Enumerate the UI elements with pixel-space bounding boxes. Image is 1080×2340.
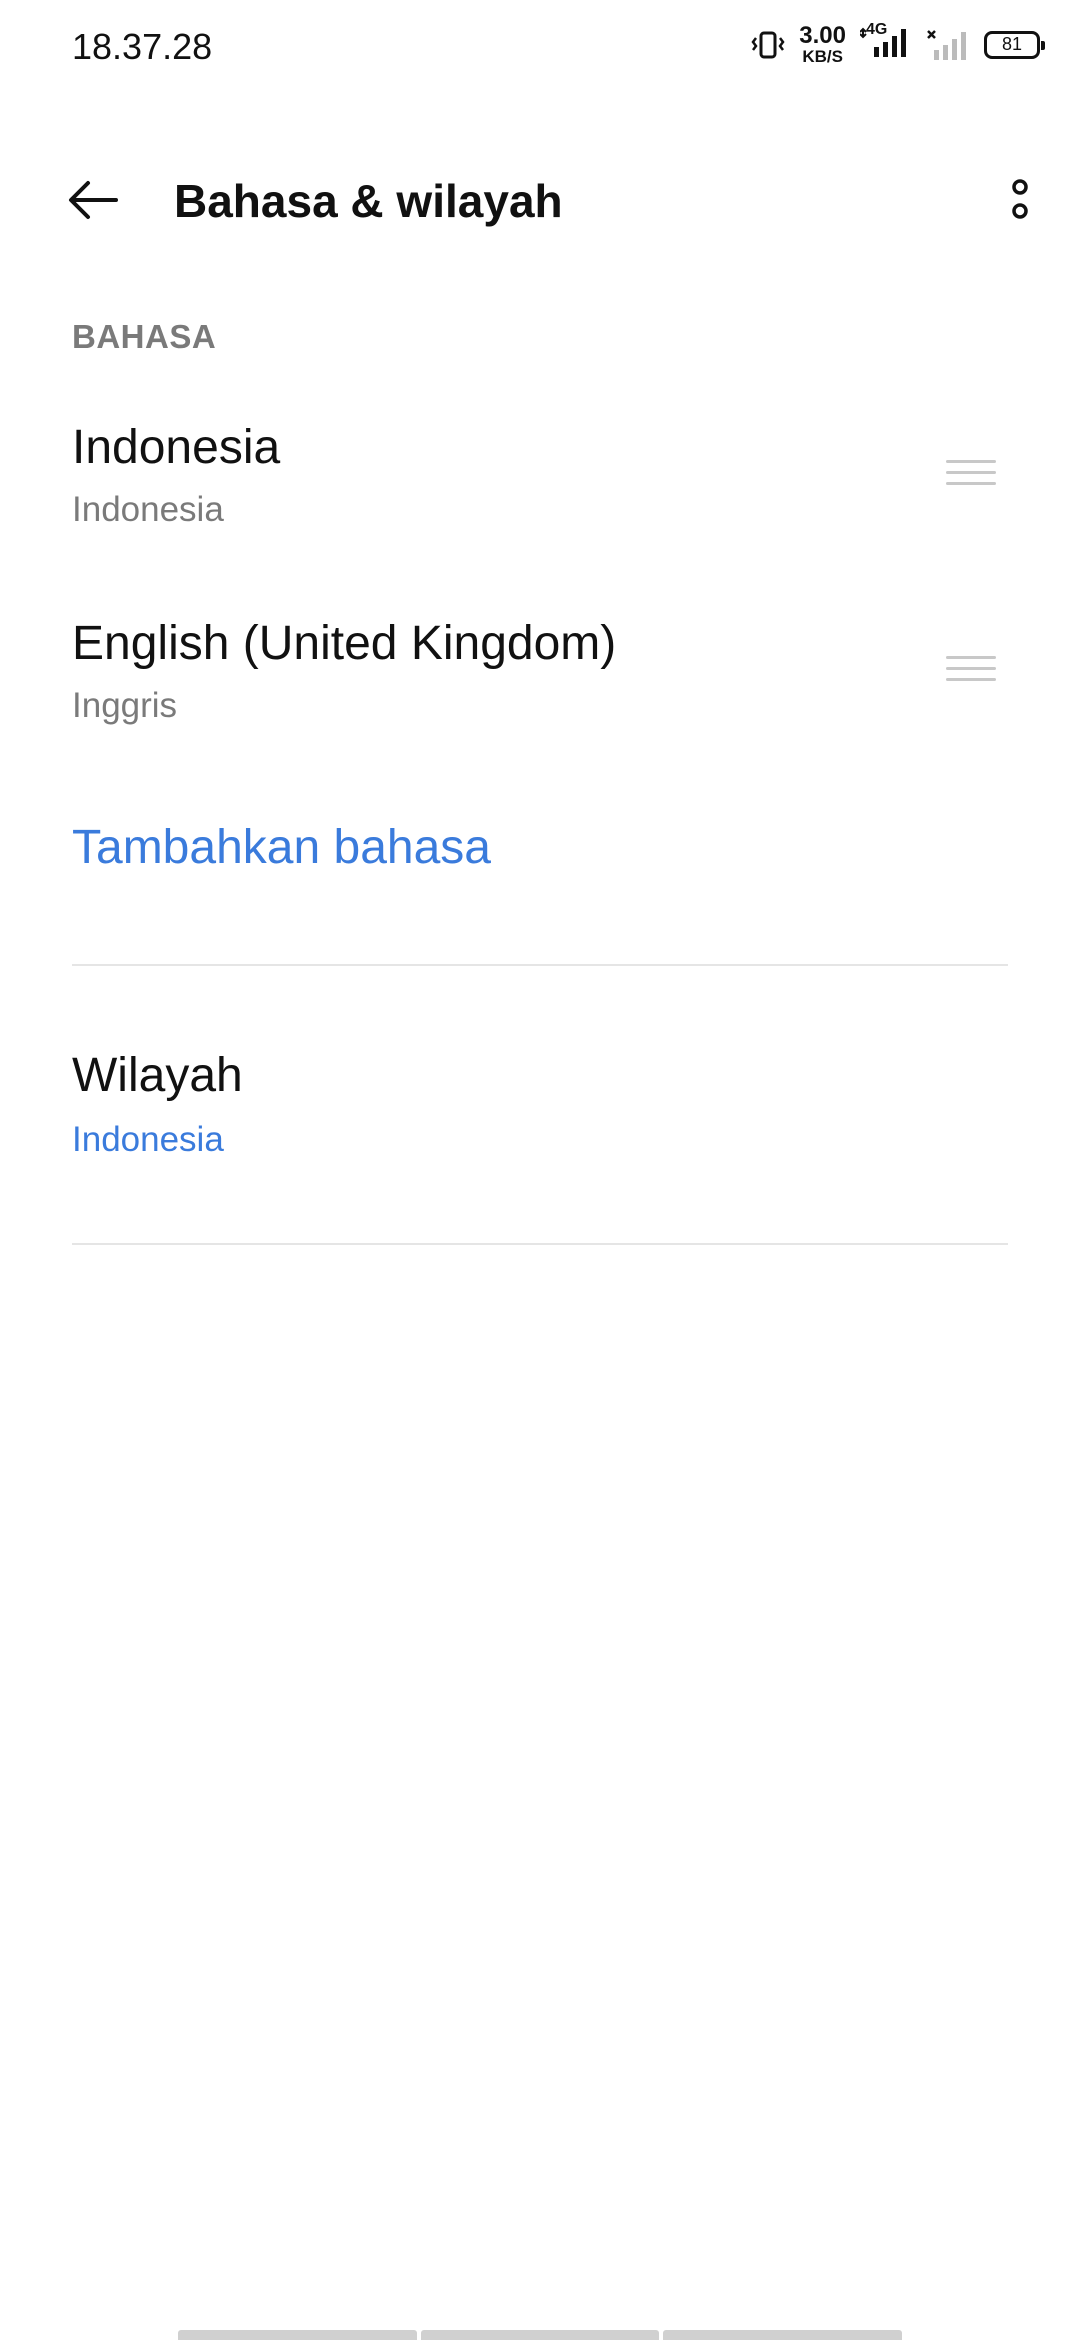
app-bar: Bahasa & wilayah <box>0 140 1080 260</box>
status-bar: 18.37.28 3.00 KB/S 4G 81 <box>0 0 1080 100</box>
battery-icon: 81 <box>984 30 1045 59</box>
language-name: Indonesia <box>72 421 281 474</box>
add-language-button[interactable]: Tambahkan bahasa <box>72 820 491 875</box>
network-speed: 3.00 KB/S <box>799 22 846 66</box>
region-item[interactable]: Wilayah Indonesia <box>0 1048 1080 1208</box>
network-type: 4G <box>866 21 888 38</box>
status-icons: 3.00 KB/S 4G 81 <box>751 21 1045 66</box>
more-vertical-icon <box>1012 179 1028 219</box>
speed-unit: KB/S <box>802 47 843 66</box>
language-native-name: Indonesia <box>72 490 224 529</box>
language-name: English (United Kingdom) <box>72 617 617 670</box>
language-item[interactable]: Indonesia Indonesia <box>0 420 1080 590</box>
more-options-button[interactable] <box>1000 170 1040 230</box>
divider <box>72 1243 1008 1245</box>
speed-value: 3.00 <box>799 22 846 49</box>
page-title: Bahasa & wilayah <box>174 175 563 227</box>
nav-segment[interactable] <box>663 2330 903 2340</box>
drag-handle-icon[interactable] <box>946 460 996 490</box>
back-button[interactable] <box>64 170 124 230</box>
region-label: Wilayah <box>72 1049 243 1102</box>
battery-level: 81 <box>1001 34 1023 54</box>
no-signal-icon <box>927 29 966 60</box>
language-item[interactable]: English (United Kingdom) Inggris <box>0 616 1080 786</box>
language-native-name: Inggris <box>72 686 178 725</box>
status-time: 18.37.28 <box>72 26 213 67</box>
vibrate-icon <box>751 31 785 58</box>
nav-segment[interactable] <box>178 2330 417 2340</box>
signal-4g-icon: 4G <box>859 21 912 64</box>
region-value: Indonesia <box>72 1120 224 1159</box>
drag-handle-icon[interactable] <box>946 656 996 686</box>
section-header-language: BAHASA <box>72 318 217 355</box>
nav-segment[interactable] <box>420 2330 660 2340</box>
arrow-left-icon <box>69 181 118 219</box>
navigation-bar[interactable] <box>178 2330 903 2340</box>
divider <box>72 964 1008 966</box>
